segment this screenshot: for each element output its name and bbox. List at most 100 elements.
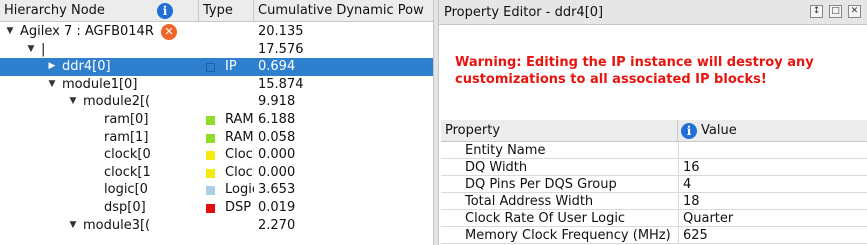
property-row[interactable]: DQ Pins Per DQS Group 4 bbox=[441, 176, 867, 193]
power-value: 6.188 bbox=[258, 112, 296, 127]
tree-row[interactable]: clock[1 Clock0.000 bbox=[0, 164, 433, 182]
expand-arrow-icon[interactable]: ▼ bbox=[67, 217, 79, 235]
info-icon[interactable]: i bbox=[681, 123, 697, 139]
tree-node-cell: clock[1 bbox=[0, 164, 199, 182]
power-value: 15.874 bbox=[258, 76, 304, 92]
property-row[interactable]: DQ Width 16 bbox=[441, 159, 867, 176]
tree-row[interactable]: ▼ | 17.576 bbox=[0, 41, 433, 59]
pin-icon[interactable]: ↕ bbox=[810, 5, 823, 18]
property-value[interactable]: 625 bbox=[678, 227, 867, 243]
power-value: 0.019 bbox=[258, 200, 296, 215]
power-value: 17.576 bbox=[258, 41, 304, 57]
tree-node-label: ram[0] bbox=[104, 112, 149, 127]
close-icon[interactable]: ✕ bbox=[848, 5, 861, 18]
property-value[interactable]: Quarter bbox=[678, 210, 867, 226]
column-header-hierarchy-node-label: Hierarchy Node bbox=[4, 3, 105, 18]
type-label: RAM bbox=[225, 129, 254, 145]
power-value: 0.694 bbox=[258, 59, 296, 75]
tree-node-label: module3[( bbox=[83, 217, 151, 233]
tree-row[interactable]: ▼ module3[( 2.270 bbox=[0, 217, 433, 235]
tree-node-cell: ▼ | bbox=[0, 41, 199, 59]
tree-node-label: | bbox=[41, 41, 46, 57]
column-header-power-label: Cumulative Dynamic Pow bbox=[258, 3, 424, 18]
tree-node-cell: dsp[0] bbox=[0, 199, 199, 217]
tree-node-cell: clock[0 bbox=[0, 146, 199, 164]
tree-row[interactable]: ▶ ddr4[0] IP 0.694 bbox=[0, 58, 433, 76]
power-value: 0.058 bbox=[258, 129, 296, 145]
tree-row[interactable]: clock[0 Clock0.000 bbox=[0, 146, 433, 164]
column-header-property[interactable]: Property bbox=[441, 120, 678, 142]
collapse-arrow-icon[interactable]: ▶ bbox=[46, 58, 58, 76]
tree-row[interactable]: ram[1] RAM 0.058 bbox=[0, 129, 433, 147]
column-header-property-label: Property bbox=[445, 123, 501, 138]
error-icon: ✕ bbox=[161, 24, 177, 40]
expand-arrow-icon[interactable]: ▼ bbox=[46, 76, 58, 94]
tree-node-label: ddr4[0] bbox=[62, 59, 111, 75]
tree-node-label: logic[0 bbox=[104, 182, 148, 198]
property-row[interactable]: Memory Clock Frequency (MHz) 625 bbox=[441, 227, 867, 244]
power-value: 20.135 bbox=[258, 24, 304, 39]
column-header-value[interactable]: i Value bbox=[678, 120, 867, 142]
tree-node-label: Agilex 7 : AGFB014R bbox=[20, 24, 154, 39]
property-editor-panel: Property Editor - ddr4[0] ↕ □ ✕ Warning:… bbox=[439, 0, 867, 245]
property-name: DQ Pins Per DQS Group bbox=[465, 177, 617, 192]
property-editor-title-bar: Property Editor - ddr4[0] ↕ □ ✕ bbox=[439, 0, 867, 25]
tree-row[interactable]: ▼ module2[(9.918 bbox=[0, 93, 433, 111]
property-value[interactable]: 4 bbox=[678, 176, 867, 192]
type-color-swatch bbox=[206, 186, 215, 196]
tree-type-cell bbox=[199, 23, 254, 41]
property-name: Total Address Width bbox=[465, 194, 594, 209]
tree-type-cell: IP bbox=[199, 58, 254, 76]
tree-node-label: module1[0] bbox=[62, 76, 138, 92]
expand-arrow-icon[interactable]: ▼ bbox=[67, 93, 79, 111]
property-name: Memory Clock Frequency (MHz) bbox=[465, 228, 671, 243]
tree-type-cell bbox=[199, 217, 254, 235]
tree-row[interactable]: ram[0] RAM 6.188 bbox=[0, 111, 433, 129]
tree-node-cell: ▼ module3[( bbox=[0, 217, 199, 235]
tree-node-label: ram[1] bbox=[104, 129, 149, 145]
tree-node-cell: ram[1] bbox=[0, 129, 199, 147]
type-color-swatch bbox=[206, 151, 215, 161]
expand-arrow-icon[interactable]: ▼ bbox=[25, 41, 37, 59]
tree-type-cell bbox=[199, 93, 254, 111]
type-color-swatch bbox=[206, 204, 215, 213]
restore-icon[interactable]: □ bbox=[829, 5, 842, 18]
tree-node-label: clock[0 bbox=[104, 147, 151, 163]
tree-type-cell: RAM bbox=[199, 129, 254, 147]
type-color-swatch bbox=[206, 63, 215, 73]
column-header-type-label: Type bbox=[203, 3, 233, 18]
type-color-swatch bbox=[206, 168, 215, 178]
property-value[interactable]: 16 bbox=[678, 159, 867, 175]
property-row[interactable]: Total Address Width 18 bbox=[441, 193, 867, 210]
tree-row[interactable]: ▼ module1[0] 15.874 bbox=[0, 76, 433, 94]
property-name: Entity Name bbox=[465, 143, 546, 158]
tree-node-cell: ▼ module1[0] bbox=[0, 76, 199, 94]
tree-type-cell: RAM bbox=[199, 111, 254, 129]
type-label: RAM bbox=[225, 112, 254, 127]
hierarchy-panel: Hierarchy Node i Type Cumulative Dynamic… bbox=[0, 0, 433, 245]
property-row[interactable]: Entity Name bbox=[441, 142, 867, 159]
tree-type-cell bbox=[199, 41, 254, 59]
property-name: DQ Width bbox=[465, 160, 528, 175]
expand-arrow-icon[interactable]: ▼ bbox=[4, 23, 16, 41]
type-color-swatch bbox=[206, 116, 215, 125]
column-header-type[interactable]: Type bbox=[199, 0, 254, 22]
power-value: 3.653 bbox=[258, 182, 296, 198]
tree-row[interactable]: ▼ Agilex 7 : AGFB014R ✕ 20.135 bbox=[0, 23, 433, 41]
power-value: 2.270 bbox=[258, 217, 296, 233]
property-row[interactable]: Clock Rate Of User Logic Quarter bbox=[441, 210, 867, 227]
column-header-hierarchy-node[interactable]: Hierarchy Node i bbox=[0, 0, 199, 22]
tree-type-cell: Logic bbox=[199, 181, 254, 199]
tree-node-cell: ▶ ddr4[0] bbox=[0, 58, 199, 76]
warning-message: Warning: Editing the IP instance will de… bbox=[455, 55, 814, 87]
tree-row[interactable]: dsp[0] DSP 0.019 bbox=[0, 199, 433, 217]
property-name: Clock Rate Of User Logic bbox=[465, 211, 626, 226]
column-header-cumulative-dynamic-power[interactable]: Cumulative Dynamic Pow bbox=[254, 0, 433, 22]
type-label: Clock bbox=[225, 147, 254, 163]
property-value[interactable] bbox=[678, 142, 867, 158]
tree-row[interactable]: logic[0 Logic3.653 bbox=[0, 181, 433, 199]
property-value[interactable]: 18 bbox=[678, 193, 867, 209]
type-color-swatch bbox=[206, 133, 215, 143]
tree-node-label: dsp[0] bbox=[104, 200, 146, 215]
info-icon[interactable]: i bbox=[157, 3, 173, 19]
